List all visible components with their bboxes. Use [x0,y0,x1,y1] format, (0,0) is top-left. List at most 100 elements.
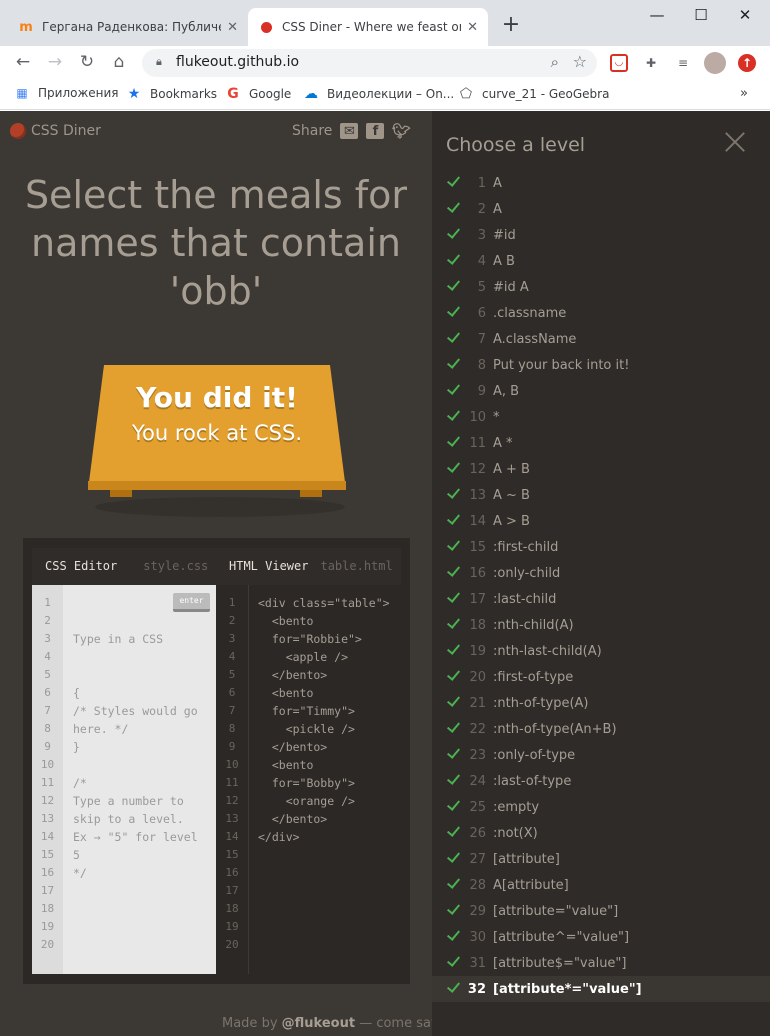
level-item[interactable]: 19:nth-last-child(A) [432,638,770,664]
close-window-button[interactable]: ✕ [730,6,760,24]
reload-button[interactable]: ↻ [76,52,98,72]
level-item[interactable]: 2A [432,196,770,222]
level-item[interactable]: 15:first-child [432,534,770,560]
level-item[interactable]: 17:last-child [432,586,770,612]
checkmark-icon [448,616,458,630]
level-item[interactable]: 25:empty [432,794,770,820]
level-item[interactable]: 3 #id [432,222,770,248]
profile-avatar[interactable] [704,52,726,74]
css-input[interactable]: Type in a CSS [73,630,198,648]
logo-text: CSS Diner [31,123,101,139]
email-icon[interactable]: ✉ [340,123,359,139]
cloud-icon: ☁ [304,86,318,102]
level-item[interactable]: 14 A > B [432,508,770,534]
minimize-button[interactable]: — [642,6,672,24]
lock-icon[interactable]: 🔒︎ [156,55,162,69]
bookmark-star-icon[interactable]: ☆ [573,52,587,71]
pocket-extension-icon[interactable]: ◡ [610,54,628,72]
line-number: 4 [228,650,236,663]
bookmark-geogebra[interactable]: ⬠ curve_21 - GeoGebra [458,86,610,102]
level-item[interactable]: 28 A[attribute] [432,872,770,898]
checkmark-icon [448,954,458,968]
line-number: 9 [228,740,236,753]
level-item[interactable]: 22:nth-of-type(An+B) [432,716,770,742]
enter-button[interactable]: enter [173,593,210,612]
maximize-button[interactable]: ☐ [686,6,716,24]
level-item[interactable]: 8 Put your back into it! [432,352,770,378]
level-name: #id A [493,279,529,295]
level-item[interactable]: 10 * [432,404,770,430]
level-item[interactable]: 4 A B [432,248,770,274]
level-item[interactable]: 1A [432,170,770,196]
level-number: 32 [467,981,486,997]
close-icon[interactable] [724,131,746,153]
level-number: 23 [469,747,486,763]
level-item[interactable]: 12 A + B [432,456,770,482]
checkmark-icon [448,330,458,344]
level-item[interactable]: 16:only-child [432,560,770,586]
level-item[interactable]: 32 [attribute*="value"] [432,976,770,1002]
level-name: :empty [493,799,540,815]
checkmark-icon [448,850,458,864]
level-number: 29 [469,903,486,919]
moodle-icon: m [19,19,33,35]
line-number: 11 [40,776,55,789]
level-item[interactable]: 26:not(X) [432,820,770,846]
home-button[interactable]: ⌂ [108,52,130,72]
logo[interactable]: CSS Diner [10,123,101,139]
level-item[interactable]: 21:nth-of-type(A) [432,690,770,716]
level-item[interactable]: 7 A.className [432,326,770,352]
code-editor: CSS Editor style.css HTML Viewer table.h… [23,538,410,984]
level-item[interactable]: 5 #id A [432,274,770,300]
facebook-icon[interactable]: f [366,123,385,139]
level-item[interactable]: 18:nth-child(A) [432,612,770,638]
checkmark-icon [448,408,458,422]
level-number: 1 [477,175,486,191]
level-item[interactable]: 31 [attribute$="value"] [432,950,770,976]
back-button[interactable]: ← [12,52,34,72]
update-icon[interactable]: ↑ [738,54,756,72]
level-item[interactable]: 20:first-of-type [432,664,770,690]
level-item[interactable]: 30 [attribute^="value"] [432,924,770,950]
css-line-numbers: 1 2 3 4 5 6 7 8 9 10 11 12 13 14 15 16 17 18 19 20 [32,585,63,974]
checkmark-icon [448,434,458,448]
bookmark-apps[interactable]: ▦ Приложения [14,86,118,100]
level-number: 14 [469,513,486,529]
tab-moodle[interactable]: m Гергана Раденкова: Публичен п ✕ [8,8,248,46]
twitter-icon[interactable]: 🐦︎ [392,122,411,140]
close-tab-icon[interactable]: ✕ [467,20,478,35]
line-number: 9 [44,740,51,753]
line-number: 1 [44,596,51,609]
address-bar[interactable]: 🔒︎ flukeout.github.io ⌕ ☆ [142,49,597,77]
tab-css-diner[interactable]: CSS Diner - Where we feast on C ✕ [248,8,488,46]
forward-button[interactable]: → [44,52,66,72]
more-bookmarks-icon[interactable]: » [740,86,748,101]
search-icon[interactable]: ⌕ [551,53,559,71]
checkmark-icon [448,278,458,292]
editor-panels: CSS Editor style.css HTML Viewer table.h… [32,548,401,974]
level-menu-title: Choose a level [446,134,586,156]
level-item[interactable]: 24:last-of-type [432,768,770,794]
level-item[interactable]: 13 A ~ B [432,482,770,508]
bookmark-folder[interactable]: ★ Bookmarks [126,86,217,102]
level-item[interactable]: 11 A * [432,430,770,456]
level-name: :nth-child(A) [493,617,574,633]
new-tab-button[interactable]: + [498,12,524,37]
credit-author-link[interactable]: @flukeout [282,1016,355,1031]
close-tab-icon[interactable]: ✕ [227,20,238,35]
level-item[interactable]: 23:only-of-type [432,742,770,768]
level-name: [attribute*="value"] [493,981,642,997]
bookmark-onedrive[interactable]: ☁ Видеолекции – On... [303,86,454,102]
level-item[interactable]: 9 A, B [432,378,770,404]
level-name: A > B [493,513,530,529]
checkmark-icon [448,382,458,396]
level-item[interactable]: 29 [attribute="value"] [432,898,770,924]
level-number: 5 [477,279,486,295]
media-queue-icon[interactable]: ≡ [674,54,692,72]
level-item[interactable]: 27 [attribute] [432,846,770,872]
bookmark-google[interactable]: G Google [225,86,291,102]
css-editor-pane[interactable]: 1 2 3 4 5 6 7 8 9 10 11 12 13 14 15 16 17 18 19 20 Type in … [32,585,216,974]
level-number: 22 [469,721,486,737]
level-item[interactable]: 6 .classname [432,300,770,326]
extensions-puzzle-icon[interactable]: ✚ [642,54,660,72]
